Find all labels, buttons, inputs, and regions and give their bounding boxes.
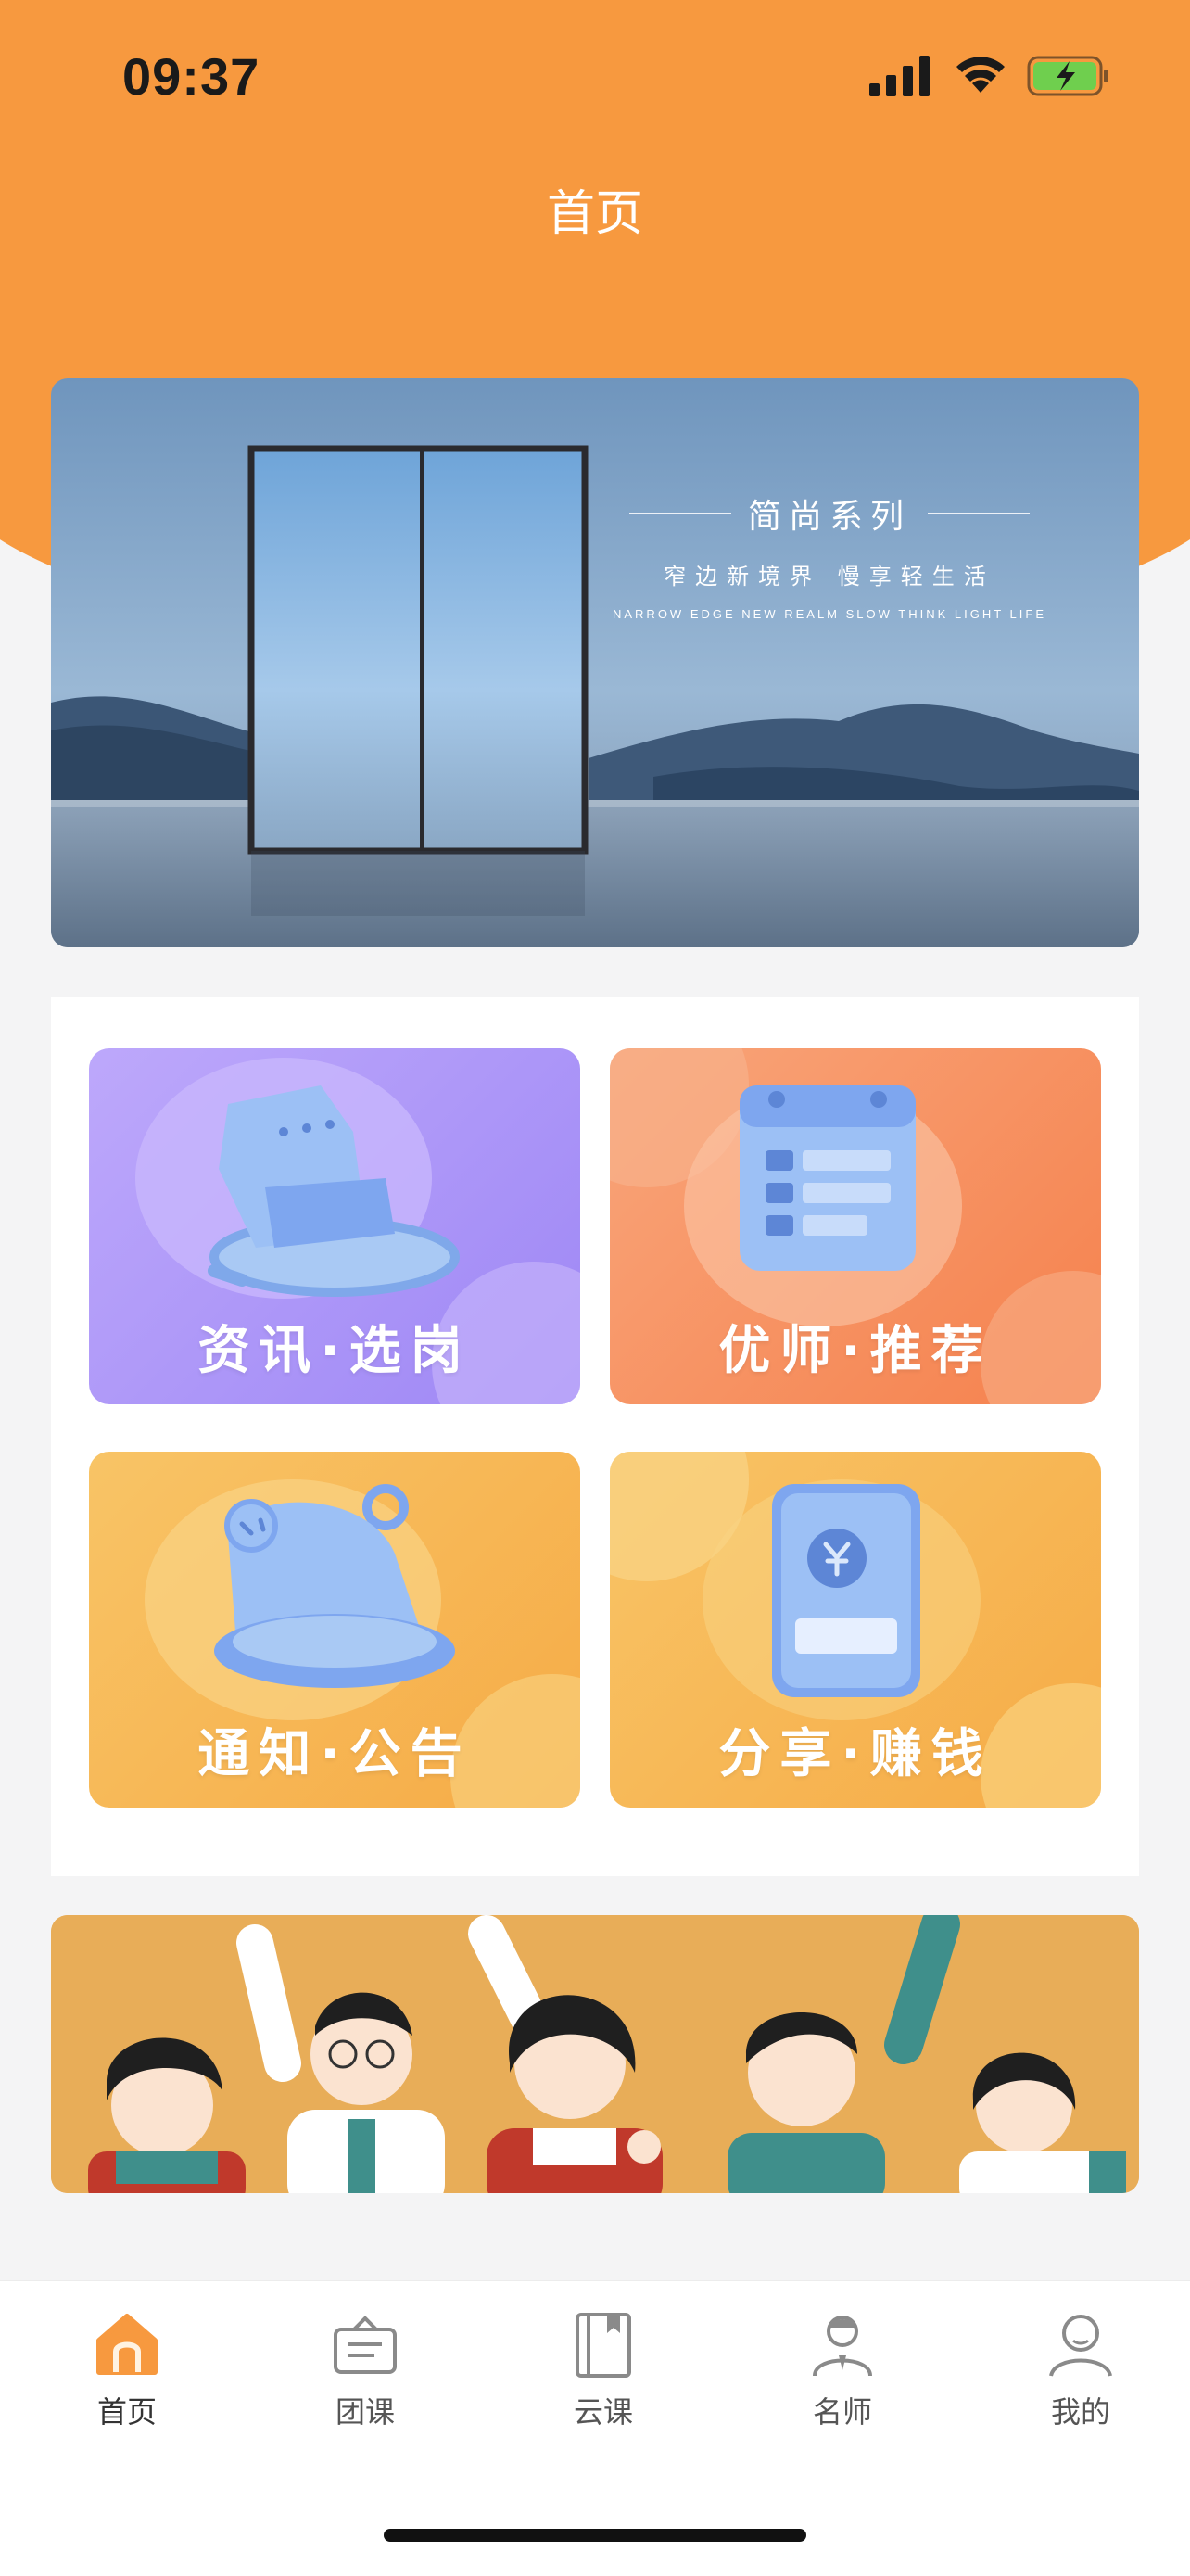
tab-class[interactable]: 团课 [291, 2309, 439, 2431]
profile-icon [1049, 2315, 1112, 2377]
banner-english: NARROW EDGE NEW REALM SLOW THINK LIGHT L… [612, 607, 1046, 621]
divider [628, 513, 731, 514]
cellular-signal-icon [869, 56, 930, 96]
menu-card-share-earn[interactable]: 分享·赚钱 [610, 1452, 1101, 1808]
divider [928, 513, 1030, 514]
banner-title: 简尚系列 [747, 498, 911, 536]
menu-panel: 资讯·选岗 优师·推荐 通知·公告 分享·赚钱 [51, 997, 1139, 1876]
menu-card-label: 通知·公告 [197, 1724, 472, 1784]
status-time: 09:37 [122, 47, 260, 106]
tab-cloud-course[interactable]: 云课 [529, 2309, 677, 2431]
menu-card-notice[interactable]: 通知·公告 [89, 1452, 580, 1808]
students-illustration [51, 1915, 1139, 2193]
menu-card-news-jobs[interactable]: 资讯·选岗 [89, 1048, 580, 1404]
hero-banner[interactable]: 简尚系列 窄边新境界 慢享轻生活 NARROW EDGE NEW REALM S… [51, 378, 1139, 947]
home-indicator[interactable] [384, 2529, 806, 2542]
tab-teacher[interactable]: 名师 [768, 2309, 917, 2431]
tab-label: 我的 [1050, 2394, 1110, 2430]
page-title: 首页 [546, 186, 643, 242]
menu-card-label: 资讯·选岗 [197, 1321, 472, 1381]
tab-profile[interactable]: 我的 [1006, 2309, 1155, 2431]
class-icon [334, 2316, 397, 2374]
wifi-icon [956, 57, 1005, 93]
status-bar: 09:37 [0, 0, 1190, 158]
tab-label: 名师 [812, 2394, 872, 2430]
menu-card-label: 分享·赚钱 [718, 1724, 993, 1784]
banner-subtitle: 窄边新境界 慢享轻生活 [664, 564, 995, 590]
battery-charging-icon [1027, 56, 1108, 96]
teacher-icon [813, 2316, 872, 2377]
book-icon [576, 2313, 631, 2378]
tab-home[interactable]: 首页 [53, 2309, 201, 2431]
banner-image [51, 378, 1139, 947]
menu-card-teacher-recommend[interactable]: 优师·推荐 [610, 1048, 1101, 1404]
banner-text: 简尚系列 窄边新境界 慢享轻生活 NARROW EDGE NEW REALM S… [613, 489, 1046, 621]
home-icon [96, 2314, 158, 2375]
tab-label: 首页 [96, 2394, 157, 2430]
promo-banner[interactable] [51, 1915, 1139, 2193]
tab-label: 团课 [335, 2394, 395, 2430]
menu-card-label: 优师·推荐 [718, 1321, 993, 1381]
tab-label: 云课 [573, 2394, 633, 2430]
